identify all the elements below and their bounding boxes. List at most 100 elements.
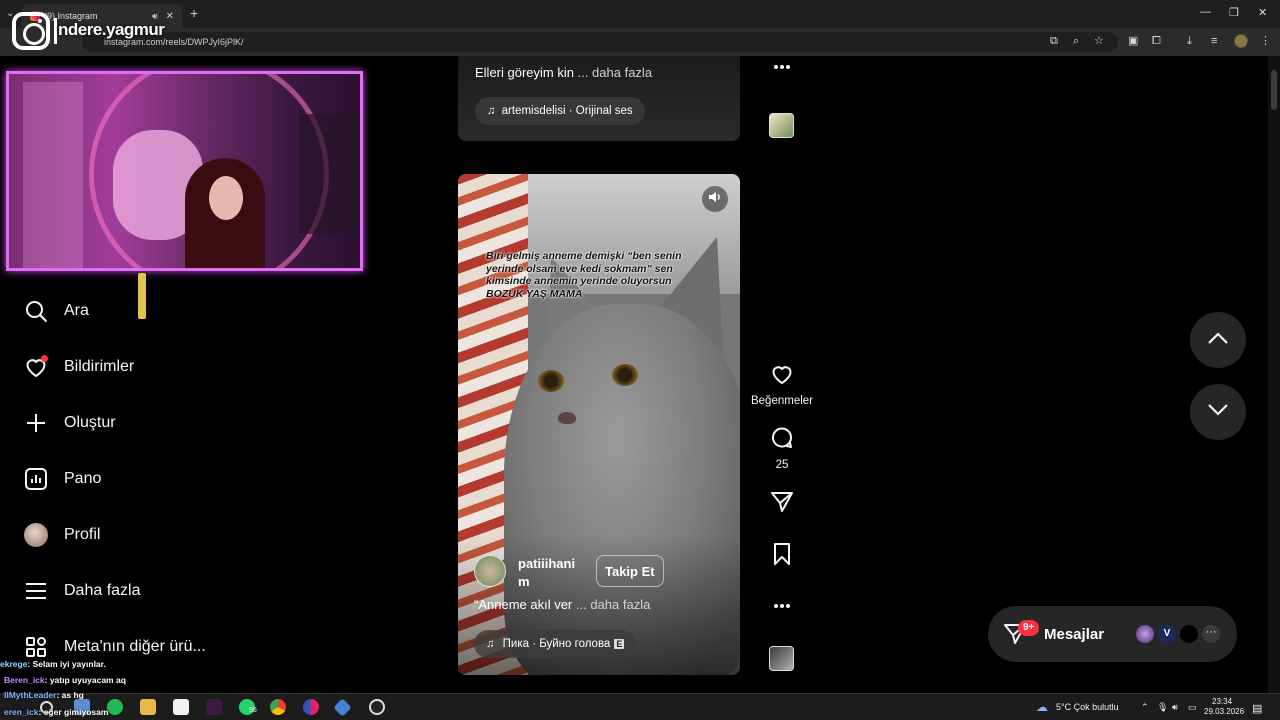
windows-taskbar: 96 ☁ 5°C Çok bulutlu ⌃ 🎙︎ 🔊︎ ▭ 23:34 29.… [0, 693, 1280, 720]
meta-apps-icon [24, 635, 48, 659]
reel-video[interactable]: Biri gelmiş anneme demişki “ben senin ye… [458, 174, 740, 675]
music-note-icon: ♫ [486, 638, 495, 650]
restore-icon[interactable]: ❐ [1229, 6, 1239, 19]
sidebar-item-notifications[interactable]: Bildirimler [24, 353, 134, 381]
sidebar-item-meta-apps[interactable]: Meta'nın diğer ürü... [24, 633, 206, 661]
music-note-icon: ♫ [487, 105, 496, 117]
reel-caption: “Anneme akıl ver ... daha fazla [474, 597, 651, 612]
chat-message: ekrege: Selam iyi yayınlar. [0, 659, 106, 669]
follow-button[interactable]: Takip Et [596, 555, 664, 587]
decoration-bar [138, 273, 146, 319]
messages-button[interactable]: 9+ Mesajlar V ··· [988, 606, 1237, 662]
name-divider [54, 18, 57, 44]
minimize-icon[interactable]: — [1200, 6, 1211, 18]
extension-icon[interactable]: ▣ [1128, 34, 1138, 48]
avatar [24, 523, 48, 547]
search-icon [24, 299, 48, 323]
address-toolbar: instagram.com/reels/DWPJyI6jPlK/ [0, 28, 1280, 56]
app-icon[interactable] [333, 698, 352, 717]
next-reel-button[interactable] [1190, 384, 1246, 440]
cast-icon[interactable]: ⧉ [1050, 34, 1058, 48]
sidebar-item-label: Pano [64, 470, 102, 487]
tray-chevron-icon[interactable]: ⌃ [1141, 702, 1149, 713]
browser-tab-bar: ⌄ (9) Instagram 🔊︎ ✕ + — ❐ ✕ [0, 0, 1280, 28]
sidebar-item-label: Bildirimler [64, 358, 135, 375]
more-options-button[interactable] [762, 603, 802, 609]
author-username[interactable]: patiiihanim [518, 555, 584, 591]
page-scrollbar[interactable] [1268, 56, 1280, 693]
sidebar-item-search[interactable]: Ara [24, 297, 89, 325]
volume-button[interactable] [702, 186, 728, 212]
obs-icon[interactable] [369, 699, 385, 715]
reel-previous[interactable]: Elleri göreyim kin ... daha fazla ♫ artem… [458, 56, 740, 141]
comment-button[interactable]: 25 [762, 426, 802, 471]
likes-label: Beğenmeler [750, 395, 813, 407]
author-avatar[interactable] [474, 555, 506, 587]
volume-icon[interactable]: 🔊︎ [1172, 702, 1178, 713]
browser-menu-icon[interactable]: ⋮ [1260, 34, 1271, 48]
notification-center-icon[interactable]: ▤ [1252, 702, 1262, 715]
save-button[interactable] [762, 542, 802, 571]
sidebar-item-label: Oluştur [64, 414, 116, 431]
sidebar-item-create[interactable]: Oluştur [24, 409, 116, 437]
reel-overlay-text: Biri gelmiş anneme demişki “ben senin ye… [486, 250, 682, 300]
streamer-name: ndere.yagmur [58, 20, 165, 39]
sidebar-item-label: Meta'nın diğer ürü... [64, 638, 206, 655]
webcam-feed [6, 71, 363, 271]
messages-badge: 9+ [1018, 620, 1040, 636]
sidebar-item-label: Ara [64, 302, 89, 319]
chevron-down-icon [1207, 403, 1229, 422]
messages-label: Mesajlar [1044, 626, 1105, 643]
chrome-profile-icon[interactable] [303, 699, 319, 715]
close-tab-icon[interactable]: ✕ [166, 11, 174, 22]
share-button[interactable] [762, 490, 802, 519]
reel-caption: Elleri göreyim kin ... daha fazla [475, 65, 653, 80]
more-options-button[interactable] [762, 64, 802, 70]
mic-icon[interactable]: 🎙︎ [1157, 702, 1168, 713]
close-window-icon[interactable]: ✕ [1258, 6, 1267, 19]
folder-icon[interactable] [140, 699, 156, 715]
bookmark-icon [770, 542, 794, 571]
comment-count: 25 [775, 459, 789, 471]
notification-dot [41, 355, 48, 362]
download-icon[interactable]: ⤓ [1187, 34, 1192, 48]
avatar [1178, 623, 1200, 645]
dashboard-icon [24, 467, 48, 491]
weather-text[interactable]: 5°C Çok bulutlu [1056, 702, 1119, 712]
sidebar-item-label: Profil [64, 526, 101, 543]
audio-thumbnail[interactable] [769, 113, 794, 138]
notepad-icon[interactable] [173, 699, 189, 715]
audio-pill[interactable]: ♫ Пика · Буйно голова E [474, 630, 637, 658]
browser-profile-avatar[interactable] [1234, 34, 1248, 48]
bookmark-star-icon[interactable]: ☆ [1094, 34, 1104, 48]
sidebar-item-profile[interactable]: Profil [24, 521, 100, 549]
avatar [1134, 623, 1156, 645]
sidebar-item-label: Daha fazla [64, 582, 141, 599]
sidebar-item-more[interactable]: Daha fazla [24, 577, 141, 605]
network-icon[interactable]: ▭ [1188, 702, 1197, 713]
app-icon[interactable] [206, 699, 222, 715]
audio-thumbnail[interactable] [769, 646, 794, 671]
more-avatars-icon: ··· [1200, 623, 1222, 645]
chrome-icon[interactable] [270, 699, 286, 715]
zoom-icon[interactable]: ⌕ [1073, 34, 1079, 48]
puzzle-icon[interactable]: ⧠ [1152, 34, 1161, 48]
send-icon [770, 490, 794, 519]
speaker-icon [708, 190, 722, 209]
previous-reel-button[interactable] [1190, 312, 1246, 368]
clock-date[interactable]: 29.03.2026 [1204, 707, 1244, 716]
explicit-badge: E [614, 639, 625, 649]
spotify-icon[interactable] [107, 699, 123, 715]
weather-icon: ☁ [1036, 700, 1048, 714]
heart-icon [24, 355, 48, 379]
chat-message: IIMythLeader: as hg [4, 690, 84, 700]
whatsapp-badge: 96 [249, 707, 257, 714]
audio-pill[interactable]: ♫ artemisdelisi · Orijinal ses [475, 97, 645, 125]
sidebar-item-dashboard[interactable]: Pano [24, 465, 101, 493]
clock-time[interactable]: 23:34 [1212, 697, 1232, 706]
like-button[interactable]: Beğenmeler [751, 362, 813, 407]
plus-icon [24, 411, 48, 435]
new-tab-button[interactable]: + [190, 6, 198, 20]
media-icon[interactable]: ≡ [1211, 34, 1217, 48]
chat-message: Beren_ick: yatıp uyuyacam aq [4, 675, 126, 685]
